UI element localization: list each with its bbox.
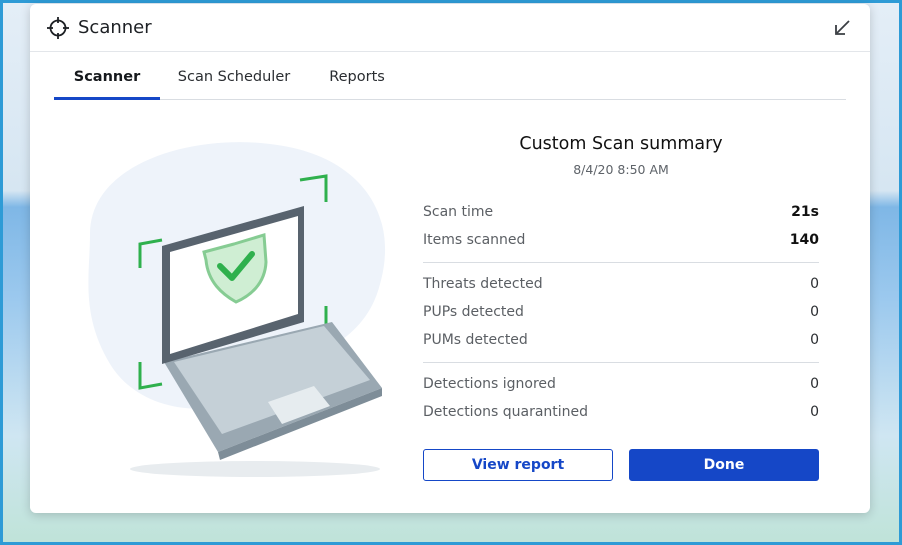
row-scan-time: Scan time 21s <box>423 199 819 227</box>
scan-summary: Custom Scan summary 8/4/20 8:50 AM Scan … <box>423 124 819 427</box>
row-label: Detections ignored <box>423 376 556 392</box>
row-label: PUMs detected <box>423 332 528 348</box>
divider <box>423 362 819 363</box>
action-buttons: View report Done <box>423 449 819 481</box>
tab-scanner[interactable]: Scanner <box>54 52 160 100</box>
row-value: 0 <box>810 304 819 320</box>
row-detections-quarantined: Detections quarantined 0 <box>423 399 819 427</box>
summary-date: 8/4/20 8:50 AM <box>573 162 669 177</box>
scanner-window: Scanner Scanner Scan Scheduler Reports C… <box>30 4 870 513</box>
divider <box>423 262 819 263</box>
row-value: 0 <box>810 276 819 292</box>
summary-rows: Scan time 21s Items scanned 140 Threats … <box>423 199 819 427</box>
view-report-button[interactable]: View report <box>423 449 613 481</box>
row-label: PUPs detected <box>423 304 524 320</box>
row-value: 0 <box>810 404 819 420</box>
row-label: Threats detected <box>423 276 543 292</box>
crosshair-icon <box>47 17 69 39</box>
row-label: Detections quarantined <box>423 404 589 420</box>
row-value: 0 <box>810 376 819 392</box>
tab-scan-scheduler[interactable]: Scan Scheduler <box>174 52 294 100</box>
row-value: 21s <box>791 204 819 220</box>
row-pums-detected: PUMs detected 0 <box>423 327 819 355</box>
row-items-scanned: Items scanned 140 <box>423 227 819 255</box>
row-detections-ignored: Detections ignored 0 <box>423 371 819 399</box>
title-bar: Scanner <box>30 4 870 52</box>
window-title: Scanner <box>78 17 152 38</box>
row-label: Scan time <box>423 204 494 220</box>
tab-reports[interactable]: Reports <box>320 52 394 100</box>
summary-title: Custom Scan summary <box>519 134 723 154</box>
laptop-shield-check-icon <box>88 142 386 477</box>
tab-bar: Scanner Scan Scheduler Reports <box>54 52 846 100</box>
done-button[interactable]: Done <box>629 449 819 481</box>
row-value: 140 <box>789 232 819 248</box>
row-value: 0 <box>810 332 819 348</box>
row-threats-detected: Threats detected 0 <box>423 271 819 299</box>
row-label: Items scanned <box>423 232 526 248</box>
row-pups-detected: PUPs detected 0 <box>423 299 819 327</box>
arrow-down-left-icon[interactable] <box>832 18 852 38</box>
